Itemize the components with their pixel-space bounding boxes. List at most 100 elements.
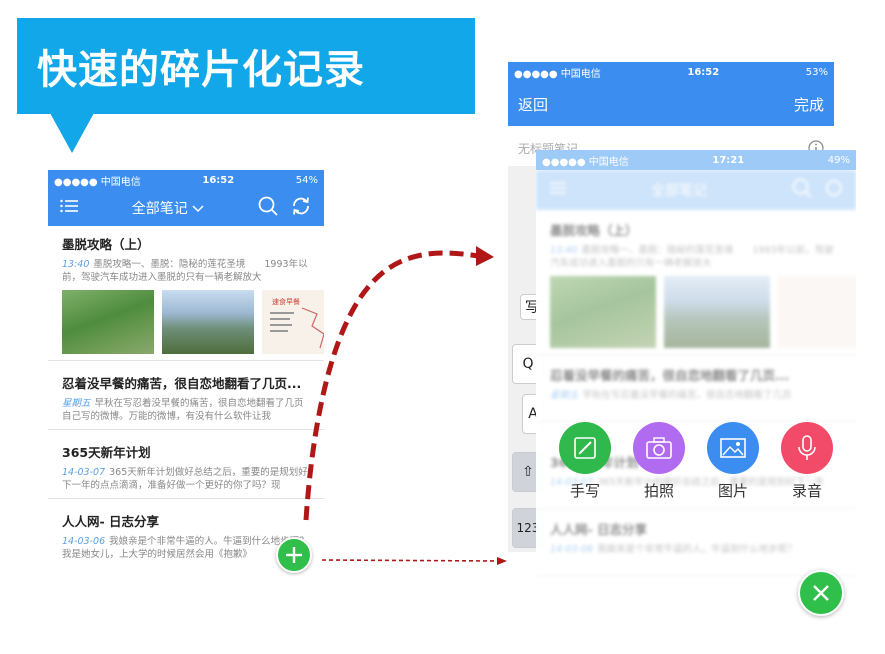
thumbnail-mountain-road: [550, 276, 656, 348]
camera-icon: [646, 437, 672, 459]
carrier: ●●●●● 中国电信: [54, 176, 141, 188]
note-item: 忍着没早餐的痛苦，很自恋地翻看了几页... 星期五 早秋在写忍着没早餐的痛苦，很自…: [536, 355, 856, 422]
stage: 快速的碎片化记录 ●●●●● 中国电信 16:52 54% 全部笔记 墨脱攻略（…: [0, 0, 885, 654]
thumbnail-map: [778, 276, 856, 348]
title-banner: 快速的碎片化记录: [17, 18, 475, 114]
banner-title: 快速的碎片化记录: [37, 47, 365, 93]
record-action[interactable]: 录音: [776, 422, 838, 501]
sync-icon[interactable]: [290, 196, 312, 220]
thumbnail-mountain-road: [62, 290, 154, 354]
nav-title: 全部笔记: [131, 201, 188, 217]
search-icon: [792, 178, 812, 202]
record-label: 录音: [791, 482, 822, 500]
note-thumbnails: [550, 276, 856, 348]
nav-title-dropdown[interactable]: 全部笔记: [132, 198, 204, 218]
handwrite-button[interactable]: [559, 422, 611, 474]
plus-icon: [286, 547, 302, 563]
note-text: 墨脱攻略一、墨脱：隐秘的莲花圣境 1993年以前，驾驶汽车成功进入墨脱的只有一辆…: [62, 259, 308, 283]
note-item: 墨脱攻略（上） 13:40 墨脱攻略一、墨脱：隐秘的莲花圣境 1993年以前，驾驶…: [536, 210, 856, 355]
note-snippet: 星期五 早秋在写忍着没早餐的痛苦，很自恋地翻看了几页: [550, 389, 842, 415]
note-date: 14-03-07: [62, 467, 106, 478]
note-snippet: 13:40 墨脱攻略一、墨脱：隐秘的莲花圣境 1993年以前，驾驶汽车成功进入墨脱…: [550, 244, 842, 270]
thumbnail-snow-mountain: [162, 290, 254, 354]
note-title: 忍着没早餐的痛苦，很自恋地翻看了几页...: [550, 368, 790, 383]
note-title: 墨脱攻略（上）: [550, 223, 638, 238]
blurred-note-list: 墨脱攻略（上） 13:40 墨脱攻略一、墨脱：隐秘的莲花圣境 1993年以前，驾驶…: [536, 210, 856, 576]
note-item[interactable]: 忍着没早餐的痛苦，很自恋地翻看了几页... 星期五 早秋在写忍着没早餐的痛苦，很自…: [48, 361, 324, 430]
image-icon: [720, 438, 746, 458]
status-time: 16:52: [687, 66, 720, 78]
note-item: 人人网- 日志分享 14-03-06 我娘亲是个非常牛逼的人。牛逼到什么地步呢？: [536, 509, 856, 576]
menu-icon: [548, 180, 566, 200]
carrier: ●●●●● 中国电信: [514, 68, 601, 80]
status-bar: ●●●●● 中国电信 17:21 49%: [536, 150, 856, 170]
record-button[interactable]: [781, 422, 833, 474]
search-icon[interactable]: [258, 196, 278, 220]
note-date: 星期五: [550, 390, 579, 401]
note-title: 365天新年计划: [62, 445, 151, 460]
note-snippet: 14-03-06 我娘亲是个非常牛逼的人。牛逼到什么地步呢？: [550, 543, 842, 569]
nav-title: 全部笔记: [651, 183, 707, 199]
note-snippet: 14-03-07 365天新年计划做好总结之后，重要的是规划好下一年的点点滴滴，准…: [62, 466, 312, 492]
nav-bar: 全部笔记: [536, 170, 856, 210]
microphone-icon: [798, 435, 816, 460]
image-action[interactable]: 图片: [702, 422, 764, 501]
flow-arrow-to-editor: [303, 250, 479, 521]
menu-icon[interactable]: [60, 198, 78, 218]
phone-add-menu: ●●●●● 中国电信 17:21 49% 全部笔记 墨脱攻略（上） 13:40 墨…: [536, 150, 856, 630]
note-text: 早秋在写忍着没早餐的痛苦，很自恋地翻看了几页: [582, 390, 792, 401]
note-text: 我娘亲是个非常牛逼的人。牛逼到什么地步呢？: [597, 544, 797, 555]
battery-level: 53%: [805, 66, 828, 78]
arrowhead-icon: [497, 557, 507, 565]
status-time: 16:52: [202, 174, 235, 186]
thumbnail-map-text: 速食早餐: [272, 297, 300, 306]
close-icon: [813, 585, 829, 601]
note-title: 人人网- 日志分享: [62, 514, 160, 529]
note-text: 墨脱攻略一、墨脱：隐秘的莲花圣境 1993年以前，驾驶汽车成功进入墨脱的只有一辆…: [550, 245, 834, 269]
note-date: 14-03-06: [550, 544, 594, 555]
status-time: 17:21: [712, 154, 745, 166]
image-button[interactable]: [707, 422, 759, 474]
back-button[interactable]: 返回: [518, 94, 548, 115]
nav-bar: 全部笔记: [48, 190, 324, 226]
status-bar: ●●●●● 中国电信 16:52 53%: [508, 62, 834, 82]
note-date: 星期五: [62, 398, 91, 409]
chevron-down-icon: [192, 201, 204, 217]
note-text: 早秋在写忍着没早餐的痛苦，很自恋地翻看了几页自己写的微博。万能的微博，有没有什么…: [62, 398, 304, 422]
banner-tail: [50, 113, 94, 153]
camera-action[interactable]: 拍照: [628, 422, 690, 501]
note-item[interactable]: 墨脱攻略（上） 13:40 墨脱攻略一、墨脱：隐秘的莲花圣境 1993年以前，驾驶…: [48, 226, 324, 361]
add-note-button[interactable]: [276, 537, 312, 573]
handwrite-label: 手写: [569, 482, 600, 500]
camera-button[interactable]: [633, 422, 685, 474]
camera-label: 拍照: [643, 482, 674, 500]
note-title: 人人网- 日志分享: [550, 522, 648, 537]
sync-icon: [824, 178, 844, 202]
done-button[interactable]: 完成: [794, 94, 824, 115]
battery-level: 49%: [827, 154, 850, 166]
note-date: 14-03-06: [62, 536, 106, 547]
editor-nav-bar: 返回 完成: [508, 82, 834, 126]
image-label: 图片: [717, 482, 748, 500]
handwrite-action[interactable]: 手写: [554, 422, 616, 501]
thumbnail-map: 速食早餐: [262, 290, 324, 354]
note-snippet: 星期五 早秋在写忍着没早餐的痛苦，很自恋地翻看了几页自己写的微博。万能的微博，有没…: [62, 397, 312, 423]
note-title: 墨脱攻略（上）: [62, 237, 150, 252]
status-bar: ●●●●● 中国电信 16:52 54%: [48, 170, 324, 190]
note-snippet: 13:40 墨脱攻略一、墨脱：隐秘的莲花圣境 1993年以前，驾驶汽车成功进入墨脱…: [62, 258, 312, 284]
flow-arrow-to-menu: [321, 559, 499, 562]
note-title: 忍着没早餐的痛苦，很自恋地翻看了几页...: [62, 376, 302, 391]
carrier: ●●●●● 中国电信: [542, 156, 629, 168]
note-item[interactable]: 365天新年计划 14-03-07 365天新年计划做好总结之后，重要的是规划好下…: [48, 430, 324, 499]
note-snippet: 14-03-06 我娘亲是个非常牛逼的人。牛逼到什么地步呢？我是她女儿，上大学的时…: [62, 535, 312, 561]
thumbnail-snow-mountain: [664, 276, 770, 348]
phone-notes-list: ●●●●● 中国电信 16:52 54% 全部笔记 墨脱攻略（上） 13:40 …: [48, 170, 324, 590]
note-date: 13:40: [550, 245, 578, 256]
close-menu-button[interactable]: [798, 570, 844, 616]
note-date: 13:40: [62, 259, 90, 270]
pencil-icon: [574, 437, 596, 459]
note-thumbnails: 速食早餐: [62, 290, 324, 354]
battery-level: 54%: [295, 174, 318, 186]
add-note-actions: 手写 拍照 图片 录音: [536, 422, 856, 501]
arrowhead-icon: [476, 246, 494, 266]
